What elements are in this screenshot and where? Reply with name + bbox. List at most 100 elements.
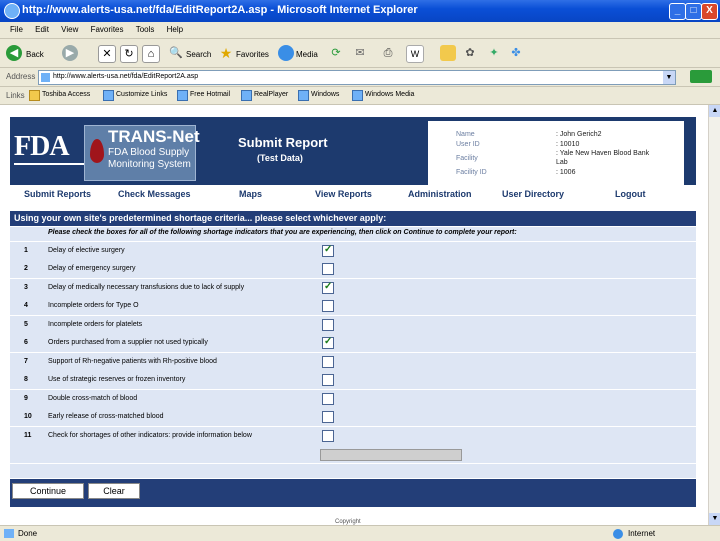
row-checkbox[interactable]	[322, 263, 334, 275]
address-dropdown-icon[interactable]: ▼	[663, 71, 675, 84]
row-checkbox[interactable]	[322, 356, 334, 368]
info-value-facility: : Yale New Haven Blood Bank	[556, 150, 650, 157]
row-checkbox[interactable]	[322, 411, 334, 423]
page-title: Submit Report	[238, 135, 328, 150]
nav-logout[interactable]: Logout	[615, 189, 646, 199]
minimize-button[interactable]: _	[669, 3, 686, 20]
zone-text: Internet	[628, 529, 656, 538]
row-label: Check for shortages of other indicators:…	[48, 432, 252, 439]
shortage-row: 8 Use of strategic reserves or frozen in…	[10, 371, 696, 390]
scroll-up-icon[interactable]: ▲	[709, 105, 720, 117]
row-checkbox[interactable]	[322, 336, 334, 349]
search-button-label[interactable]: Search	[186, 50, 211, 59]
back-button-label[interactable]: Back	[26, 50, 44, 59]
internet-zone-icon	[613, 529, 623, 539]
menu-tools[interactable]: Tools	[136, 25, 155, 34]
form-instruction-bar: Using your own site's predetermined shor…	[10, 211, 696, 226]
edit-icon[interactable]: W	[406, 45, 424, 63]
close-button[interactable]: X	[701, 3, 718, 20]
vertical-scrollbar[interactable]: ▲ ▼	[708, 105, 720, 525]
row-checkbox[interactable]	[322, 319, 334, 331]
row-number: 9	[24, 395, 28, 402]
home-icon[interactable]: ⌂	[142, 45, 160, 63]
go-icon[interactable]	[690, 70, 712, 83]
row-checkbox[interactable]	[322, 244, 334, 257]
shortage-row: 11 Check for shortages of other indicato…	[10, 427, 696, 446]
back-arrow-icon[interactable]: ◀	[6, 45, 22, 61]
row-number: 7	[24, 358, 28, 365]
row-number: 8	[24, 376, 28, 383]
menu-edit[interactable]: Edit	[35, 25, 49, 34]
scroll-down-icon[interactable]: ▼	[709, 513, 720, 525]
research-icon[interactable]: ✤	[508, 45, 524, 61]
spacer-row	[10, 464, 696, 478]
folder-icon[interactable]	[440, 45, 456, 61]
row-label: Incomplete orders for Type O	[48, 302, 139, 309]
row-label: Delay of elective surgery	[48, 247, 125, 254]
continue-button[interactable]: Continue	[12, 483, 84, 499]
link-page-icon	[177, 90, 188, 101]
shortage-row: 7 Support of Rh-negative patients with R…	[10, 353, 696, 372]
shortage-row: 9 Double cross-match of blood	[10, 390, 696, 409]
media-icon[interactable]	[278, 45, 294, 61]
discuss-icon[interactable]: ✿	[462, 45, 478, 61]
menu-favorites[interactable]: Favorites	[91, 25, 124, 34]
search-icon[interactable]: 🔍	[168, 45, 184, 61]
nav-check-messages[interactable]: Check Messages	[118, 189, 191, 199]
link-free-hotmail[interactable]: Free Hotmail	[190, 91, 230, 98]
page-content: FDA TRANS-Net FDA Blood Supply Monitorin…	[0, 105, 708, 525]
nav-administration[interactable]: Administration	[408, 189, 472, 199]
row-label: Support of Rh-negative patients with Rh-…	[48, 358, 217, 365]
link-toshiba-access[interactable]: Toshiba Access	[42, 91, 90, 98]
address-label: Address	[6, 72, 36, 81]
shortage-row: 10 Early release of cross-matched blood	[10, 408, 696, 427]
row-checkbox[interactable]	[322, 393, 334, 405]
nav-view-reports[interactable]: View Reports	[315, 189, 372, 199]
page-done-icon	[4, 529, 14, 538]
favorites-button-label[interactable]: Favorites	[236, 50, 269, 59]
link-page-icon	[352, 90, 363, 101]
form-instruction: Using your own site's predetermined shor…	[14, 213, 387, 223]
messenger-icon[interactable]: ✦	[486, 45, 502, 61]
link-customize-links[interactable]: Customize Links	[116, 91, 167, 98]
transnet-subtitle-2: Monitoring System	[108, 159, 191, 170]
form-subinstruction-bar: Please check the boxes for all of the fo…	[10, 227, 696, 241]
maximize-button[interactable]: □	[685, 3, 702, 20]
print-icon[interactable]: ⎙	[380, 45, 396, 61]
forward-arrow-icon[interactable]: ▶	[62, 45, 78, 61]
info-value-facility-id: : 1006	[556, 169, 576, 176]
menu-help[interactable]: Help	[167, 25, 183, 34]
clear-button[interactable]: Clear	[88, 483, 140, 499]
nav-user-directory[interactable]: User Directory	[502, 189, 564, 199]
address-field[interactable]: http://www.alerts-usa.net/fda/EditReport…	[38, 70, 676, 85]
link-page-icon	[103, 90, 114, 101]
link-windows[interactable]: Windows	[311, 91, 339, 98]
other-info-field[interactable]	[320, 449, 462, 461]
nav-maps[interactable]: Maps	[239, 189, 262, 199]
mail-icon[interactable]: ✉	[352, 45, 368, 61]
menu-file[interactable]: File	[10, 25, 23, 34]
row-number: 5	[24, 321, 28, 328]
nav-submit-reports[interactable]: Submit Reports	[24, 189, 91, 199]
refresh-icon[interactable]: ↻	[120, 45, 138, 63]
history-icon[interactable]: ⟳	[328, 45, 344, 61]
row-checkbox[interactable]	[322, 281, 334, 294]
row-number: 11	[24, 432, 32, 439]
row-number: 10	[24, 413, 32, 420]
media-button-label[interactable]: Media	[296, 50, 318, 59]
stop-icon[interactable]: ✕	[98, 45, 116, 63]
menu-view[interactable]: View	[61, 25, 78, 34]
row-checkbox[interactable]	[322, 374, 334, 386]
info-value-user-id: : 10010	[556, 141, 580, 148]
row-checkbox[interactable]	[322, 430, 334, 442]
toolbar: ◀ Back ▶ ✕ ↻ ⌂ 🔍 Search ★ Favorites Medi…	[0, 39, 720, 68]
link-windows-media[interactable]: Windows Media	[365, 91, 414, 98]
page-subtitle: (Test Data)	[257, 153, 303, 163]
link-realplayer[interactable]: RealPlayer	[254, 91, 288, 98]
transnet-title: TRANS-Net	[108, 127, 200, 146]
row-checkbox[interactable]	[322, 300, 334, 312]
row-label: Delay of medically necessary transfusion…	[48, 284, 245, 291]
link-page-icon	[241, 90, 252, 101]
favorites-star-icon[interactable]: ★	[218, 45, 234, 61]
address-url[interactable]: http://www.alerts-usa.net/fda/EditReport…	[53, 73, 198, 80]
